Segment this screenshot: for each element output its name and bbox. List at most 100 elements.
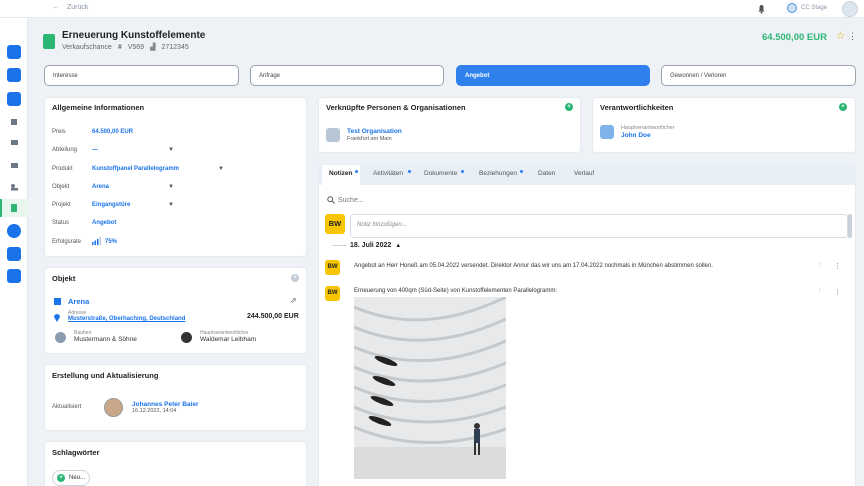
pin-icon[interactable]: ↑ <box>818 262 821 268</box>
sidebar-card-icon[interactable] <box>7 136 21 150</box>
tab-beziehungen[interactable]: Beziehungen <box>479 170 517 177</box>
general-info-card <box>44 97 307 257</box>
stage-angebot[interactable]: Angebot <box>456 65 650 86</box>
record-type: Verkaufschance <box>62 43 112 51</box>
product-select[interactable]: Kunstoffpanel Parallelogramm <box>92 166 179 172</box>
note-author-badge: BW <box>325 286 340 301</box>
org-name: CC Stage <box>801 5 828 11</box>
creation-card-title: Erstellung und Aktualisierung <box>52 371 159 380</box>
updater-name[interactable]: Johannes Peter Baier <box>132 401 198 408</box>
date-header-label: 18. Juli 2022 <box>350 242 392 249</box>
responsible-avatar <box>600 125 614 139</box>
add-object-icon[interactable]: + <box>291 274 299 282</box>
notes-search-input[interactable] <box>338 193 638 207</box>
tab-aktivitaeten[interactable]: Aktivitäten <box>373 170 403 177</box>
verantwortlich-avatar <box>181 332 192 343</box>
note-text: Angebot an Herr Honeß am 05.04.2022 vers… <box>354 263 713 269</box>
add-note-input[interactable]: Notiz hinzufügen... <box>350 214 848 238</box>
user-avatar[interactable] <box>842 1 858 17</box>
sidebar-database-icon[interactable] <box>7 68 21 82</box>
object-label: Objekt <box>52 184 70 190</box>
project-chevron-down-icon[interactable]: ▼ <box>168 202 174 208</box>
object-select[interactable]: Arena <box>92 184 109 190</box>
sidebar-link-icon[interactable] <box>7 224 21 238</box>
page-title: Erneuerung Kunstoffelemente <box>62 30 206 41</box>
back-button[interactable]: ← Zurück <box>52 4 88 11</box>
general-info-title: Allgemeine Informationen <box>52 103 145 112</box>
object-card-title: Objekt <box>52 274 76 283</box>
back-label: Zurück <box>67 4 89 11</box>
star-icon[interactable]: ☆ <box>836 31 845 42</box>
tab-notizen[interactable]: Notizen <box>329 170 352 177</box>
updated-label: Aktualisiert <box>52 404 82 410</box>
top-bar <box>0 0 864 18</box>
stage-anfrage[interactable]: Anfrage <box>250 65 444 86</box>
price-value: 64.500,00 EUR <box>92 129 134 135</box>
chart-icon: ▟ <box>150 44 156 51</box>
tags-card-title: Schlagwörter <box>52 448 100 457</box>
responsible-role: Hauptverantwortlicher <box>621 125 675 131</box>
object-chevron-down-icon[interactable]: ▼ <box>168 184 174 190</box>
price-label: Preis <box>52 129 66 135</box>
organisation-name-link[interactable]: Test Organisation <box>347 128 402 135</box>
product-chevron-down-icon[interactable]: ▼ <box>218 166 224 172</box>
product-label: Produkt <box>52 166 73 172</box>
department-label: Abteilung <box>52 147 78 153</box>
hash-icon: # <box>117 43 122 51</box>
object-name-link[interactable]: Arena <box>68 297 89 306</box>
building-icon <box>53 296 62 307</box>
sidebar-team-icon[interactable] <box>7 269 21 283</box>
address-link[interactable]: Musterstraße, Oberhaching, Deutschland <box>68 316 185 322</box>
responsible-name[interactable]: John Doe <box>621 132 651 139</box>
add-responsibility-icon[interactable]: + <box>839 103 847 111</box>
signal-bars-icon <box>92 237 102 247</box>
organisation-location: Frankfurt am Main <box>347 136 392 142</box>
document-icon <box>43 34 55 49</box>
object-amount: 244.500,00 EUR <box>247 313 299 320</box>
updated-date: 16.12.2022, 14:04 <box>132 408 177 414</box>
sidebar-briefcase-icon[interactable] <box>7 45 21 59</box>
note-author-badge: BW <box>325 260 340 275</box>
linked-card-title: Verknüpfte Personen & Organisationen <box>326 103 466 112</box>
project-label: Projekt <box>52 202 71 208</box>
sidebar-building-icon[interactable] <box>7 247 21 261</box>
location-pin-icon <box>53 312 61 324</box>
bauherr-avatar <box>55 332 66 343</box>
success-rate-value: 75% <box>105 239 118 245</box>
date-header[interactable]: 18. Juli 2022 ▲ <box>350 242 401 249</box>
tab-dokumente[interactable]: Dokumente <box>424 170 457 177</box>
bell-icon[interactable] <box>757 4 766 14</box>
sidebar-calendar-icon[interactable] <box>7 115 21 129</box>
pin-icon[interactable]: ↑ <box>818 288 821 294</box>
tab-daten[interactable]: Daten <box>538 170 555 177</box>
add-linked-icon[interactable]: + <box>565 103 573 111</box>
status-label: Status <box>52 220 70 226</box>
add-tag-button[interactable]: + Neu... <box>52 470 90 486</box>
scrollbar[interactable] <box>848 214 852 238</box>
record-number: V569 <box>127 43 145 51</box>
department-select[interactable]: — <box>92 147 98 153</box>
sidebar-document-icon[interactable] <box>7 201 21 215</box>
organisation-icon <box>326 128 340 142</box>
sidebar-user-list-icon[interactable] <box>7 92 21 106</box>
tab-verlauf[interactable]: Verlauf <box>574 170 594 177</box>
external-link-icon[interactable]: ⇗ <box>290 296 297 305</box>
verantwortlich-value: Waldemar Leibham <box>200 336 257 343</box>
user-initials-badge: BW <box>325 214 345 234</box>
stage-gewonnen-verloren[interactable]: Gewonnen / Verloren <box>661 65 856 86</box>
search-icon <box>327 196 335 206</box>
sidebar-people-icon[interactable] <box>7 180 21 194</box>
arrow-left-icon: ← <box>52 4 59 11</box>
note-image[interactable] <box>354 297 506 479</box>
org-switcher[interactable]: CC Stage <box>787 3 827 13</box>
project-select[interactable]: Eingangstüre <box>92 202 130 208</box>
note-more-icon[interactable]: ⋮ <box>834 262 841 270</box>
note-more-icon[interactable]: ⋮ <box>834 288 841 296</box>
record-views: 2712345 <box>161 43 189 51</box>
more-menu-icon[interactable]: ⋮ <box>848 31 857 42</box>
plus-icon: + <box>57 474 65 482</box>
department-chevron-down-icon[interactable]: ▼ <box>168 147 174 153</box>
stage-interesse[interactable]: Interesse <box>44 65 239 86</box>
status-value: Angebot <box>92 220 117 226</box>
sidebar-chart-icon[interactable] <box>7 158 21 172</box>
